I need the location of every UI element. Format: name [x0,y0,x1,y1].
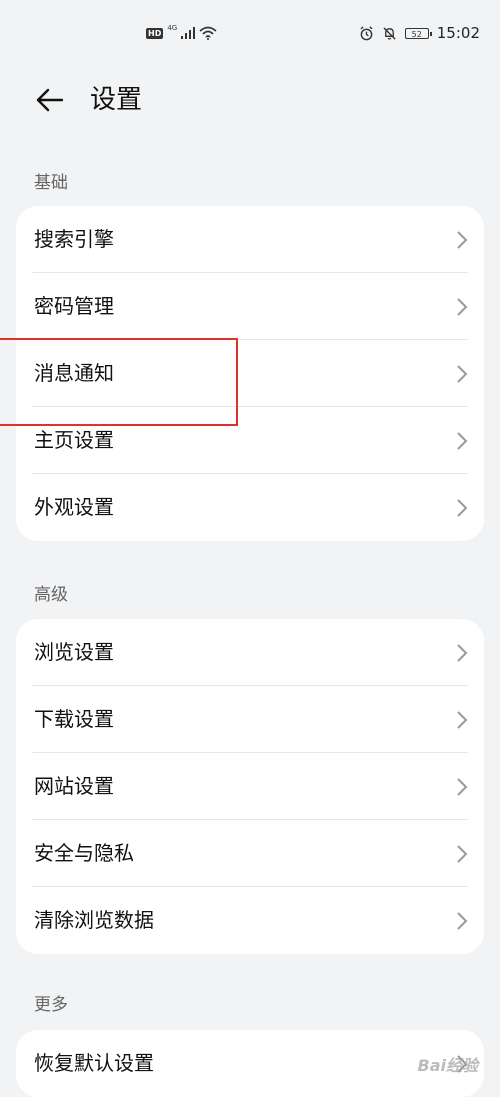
battery-icon: 52 [404,27,432,39]
card-advanced: 浏览设置 下载设置 网站设置 安全与隐私 清除浏览数据 [16,619,484,954]
setting-row-appearance[interactable]: 外观设置 [16,474,484,541]
hd-badge: HD [146,27,164,39]
setting-label: 主页设置 [34,428,114,452]
setting-row-search-engine[interactable]: 搜索引擎 [16,206,484,273]
setting-label: 下载设置 [34,707,114,731]
chevron-right-icon [457,845,468,863]
setting-label: 密码管理 [34,294,114,318]
setting-row-password[interactable]: 密码管理 [16,273,484,340]
alarm-icon [360,25,373,40]
chevron-right-icon [457,912,468,930]
setting-row-browsing[interactable]: 浏览设置 [16,619,484,686]
setting-label: 网站设置 [34,774,114,798]
page-title: 设置 [90,85,143,115]
chevron-right-icon [457,365,468,383]
setting-label: 外观设置 [34,495,114,519]
setting-row-restore-defaults[interactable]: 恢复默认设置 [16,1030,484,1097]
card-more: 恢复默认设置 [16,1030,484,1097]
chevron-right-icon [457,499,468,517]
setting-row-clear-data[interactable]: 清除浏览数据 [16,887,484,954]
chevron-right-icon [457,298,468,316]
chevron-right-icon [457,644,468,662]
watermark: Bai经验 [417,1056,478,1075]
chevron-right-icon [457,231,468,249]
setting-label: 恢复默认设置 [34,1051,154,1075]
status-bar: HD 4G 52 15:02 [0,0,500,72]
section-label-more: 更多 [34,995,68,1015]
section-label-advanced: 高级 [34,585,68,605]
chevron-right-icon [457,432,468,450]
setting-row-homepage[interactable]: 主页设置 [16,407,484,474]
setting-label: 安全与隐私 [34,841,134,865]
signal-icon [181,27,196,39]
status-left: HD 4G [146,24,217,40]
mute-bell-icon [383,26,396,40]
back-arrow-icon[interactable] [32,82,68,118]
setting-label: 搜索引擎 [34,227,114,251]
chevron-right-icon [457,778,468,796]
setting-label: 浏览设置 [34,640,114,664]
setting-label: 清除浏览数据 [34,908,154,932]
setting-row-notifications[interactable]: 消息通知 [16,340,484,407]
section-label-basic: 基础 [34,173,68,193]
status-right: 52 15:02 [359,24,480,42]
wifi-icon [199,26,217,40]
setting-row-download[interactable]: 下载设置 [16,686,484,753]
status-time: 15:02 [436,24,480,42]
chevron-right-icon [457,711,468,729]
network-type: 4G [167,24,178,32]
setting-label: 消息通知 [34,361,114,385]
card-basic: 搜索引擎 密码管理 消息通知 主页设置 外观设置 [16,206,484,541]
setting-row-security-privacy[interactable]: 安全与隐私 [16,820,484,887]
header: 设置 [0,78,500,122]
setting-row-site[interactable]: 网站设置 [16,753,484,820]
